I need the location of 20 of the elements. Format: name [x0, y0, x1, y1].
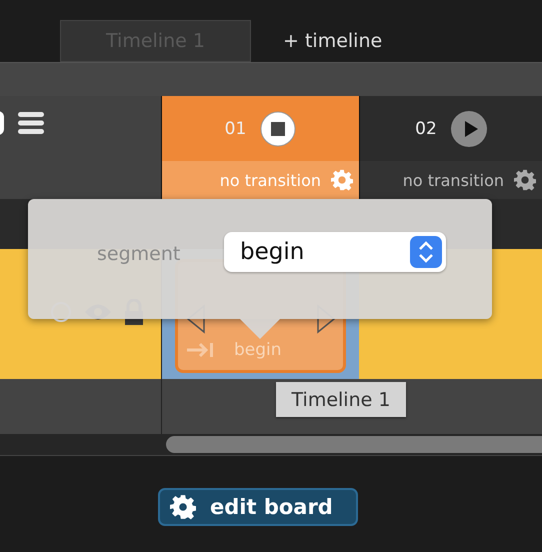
tooltip: Timeline 1 — [276, 382, 406, 417]
segment-header[interactable]: 02 no transition — [359, 96, 542, 199]
menu-icon[interactable] — [18, 112, 44, 134]
stepper-icon — [410, 236, 442, 268]
segment-dropdown[interactable]: begin — [224, 232, 446, 272]
settings-icon[interactable] — [514, 169, 536, 191]
segment-number: 02 — [415, 118, 437, 138]
scrollbar-thumb[interactable] — [166, 436, 542, 453]
transition-label: no transition — [402, 170, 504, 190]
settings-icon — [170, 494, 196, 520]
clip-label: begin — [234, 340, 282, 360]
edit-board-button[interactable]: edit board — [158, 488, 358, 526]
transition-label: no transition — [220, 170, 321, 190]
jump-to-end-icon — [186, 341, 216, 359]
segment-number: 01 — [224, 118, 246, 138]
stop-icon[interactable] — [260, 110, 296, 146]
segment-label: segment — [97, 243, 180, 265]
popover-pointer — [240, 319, 280, 339]
play-icon[interactable] — [450, 110, 487, 146]
timeline-tab[interactable]: + timeline — [271, 20, 394, 62]
